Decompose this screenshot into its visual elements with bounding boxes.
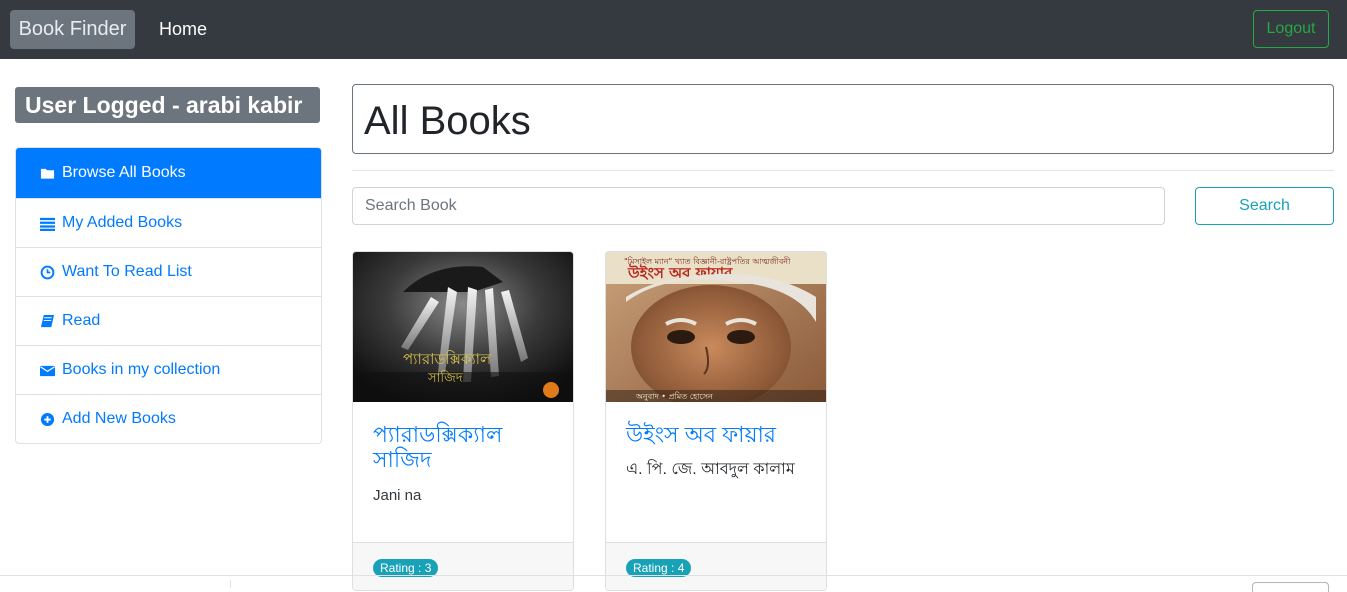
plus-circle-icon [39, 411, 55, 427]
list-icon [39, 215, 55, 231]
card-footer: Rating : 4 [606, 542, 826, 590]
book-icon [39, 313, 55, 329]
clock-icon [39, 264, 55, 280]
footer-divider-tick [230, 580, 231, 588]
sidebar-item-label: Books in my collection [62, 361, 221, 378]
search-button[interactable]: Search [1195, 187, 1334, 225]
book-card[interactable]: প্যারাডক্সিক্যাল সাজিদ প্যারাডক্সিক্যাল … [352, 251, 574, 591]
book-title[interactable]: প্যারাডক্সিক্যাল সাজিদ [373, 422, 558, 472]
card-footer: Rating : 3 [353, 542, 573, 590]
book-author: Jani na [373, 487, 422, 504]
page-title: All Books [364, 99, 531, 143]
user-logged-badge: User Logged - arabi kabir [15, 87, 320, 123]
footer-button[interactable] [1252, 582, 1329, 592]
sidebar-item-label: Browse All Books [62, 164, 186, 181]
logout-button[interactable]: Logout [1253, 10, 1329, 48]
sidebar-item-want-to-read-list[interactable]: Want To Read List [16, 247, 321, 296]
sidebar-item-my-added-books[interactable]: My Added Books [16, 198, 321, 247]
navbar: Book Finder Home Logout [0, 0, 1347, 59]
sidebar-item-label: My Added Books [62, 214, 183, 231]
svg-text:অনুবাদ • প্রমিত হোসেন: অনুবাদ • প্রমিত হোসেন [635, 392, 713, 401]
sidebar-item-browse-all-books[interactable]: Browse All Books [16, 148, 321, 198]
page-title-box: All Books [352, 84, 1334, 154]
sidebar-item-add-new-books[interactable]: Add New Books [16, 394, 321, 443]
sidebar-item-label: Want To Read List [62, 263, 192, 280]
book-title[interactable]: উইংস অব ফায়ার [626, 422, 811, 447]
svg-text:সাজিদ: সাজিদ [427, 370, 463, 386]
book-cover-image[interactable]: প্যারাডক্সিক্যাল সাজিদ [353, 252, 573, 402]
sidebar-item-label: Add New Books [62, 410, 176, 427]
sidebar-menu: Browse All Books My Added Books Want To … [15, 147, 322, 444]
footer-divider [0, 575, 1347, 576]
envelope-icon [39, 362, 55, 378]
sidebar-item-label: Read [62, 312, 101, 329]
folder-icon [39, 165, 55, 181]
svg-text:প্যারাডক্সিক্যাল: প্যারাডক্সিক্যাল [403, 350, 492, 368]
sidebar-item-read[interactable]: Read [16, 296, 321, 345]
nav-home-link[interactable]: Home [159, 17, 207, 41]
brand-link[interactable]: Book Finder [10, 10, 135, 49]
book-card[interactable]: "মিসাইল ম্যান" খ্যাত বিজ্ঞানী-রাষ্ট্রপতি… [605, 251, 827, 591]
divider [352, 170, 1334, 171]
sidebar-item-books-in-my-collection[interactable]: Books in my collection [16, 345, 321, 394]
search-input[interactable] [352, 187, 1165, 225]
book-cover-image[interactable]: "মিসাইল ম্যান" খ্যাত বিজ্ঞানী-রাষ্ট্রপতি… [606, 252, 826, 402]
book-author: এ. পি. জে. আবদুল কালাম [626, 461, 795, 478]
